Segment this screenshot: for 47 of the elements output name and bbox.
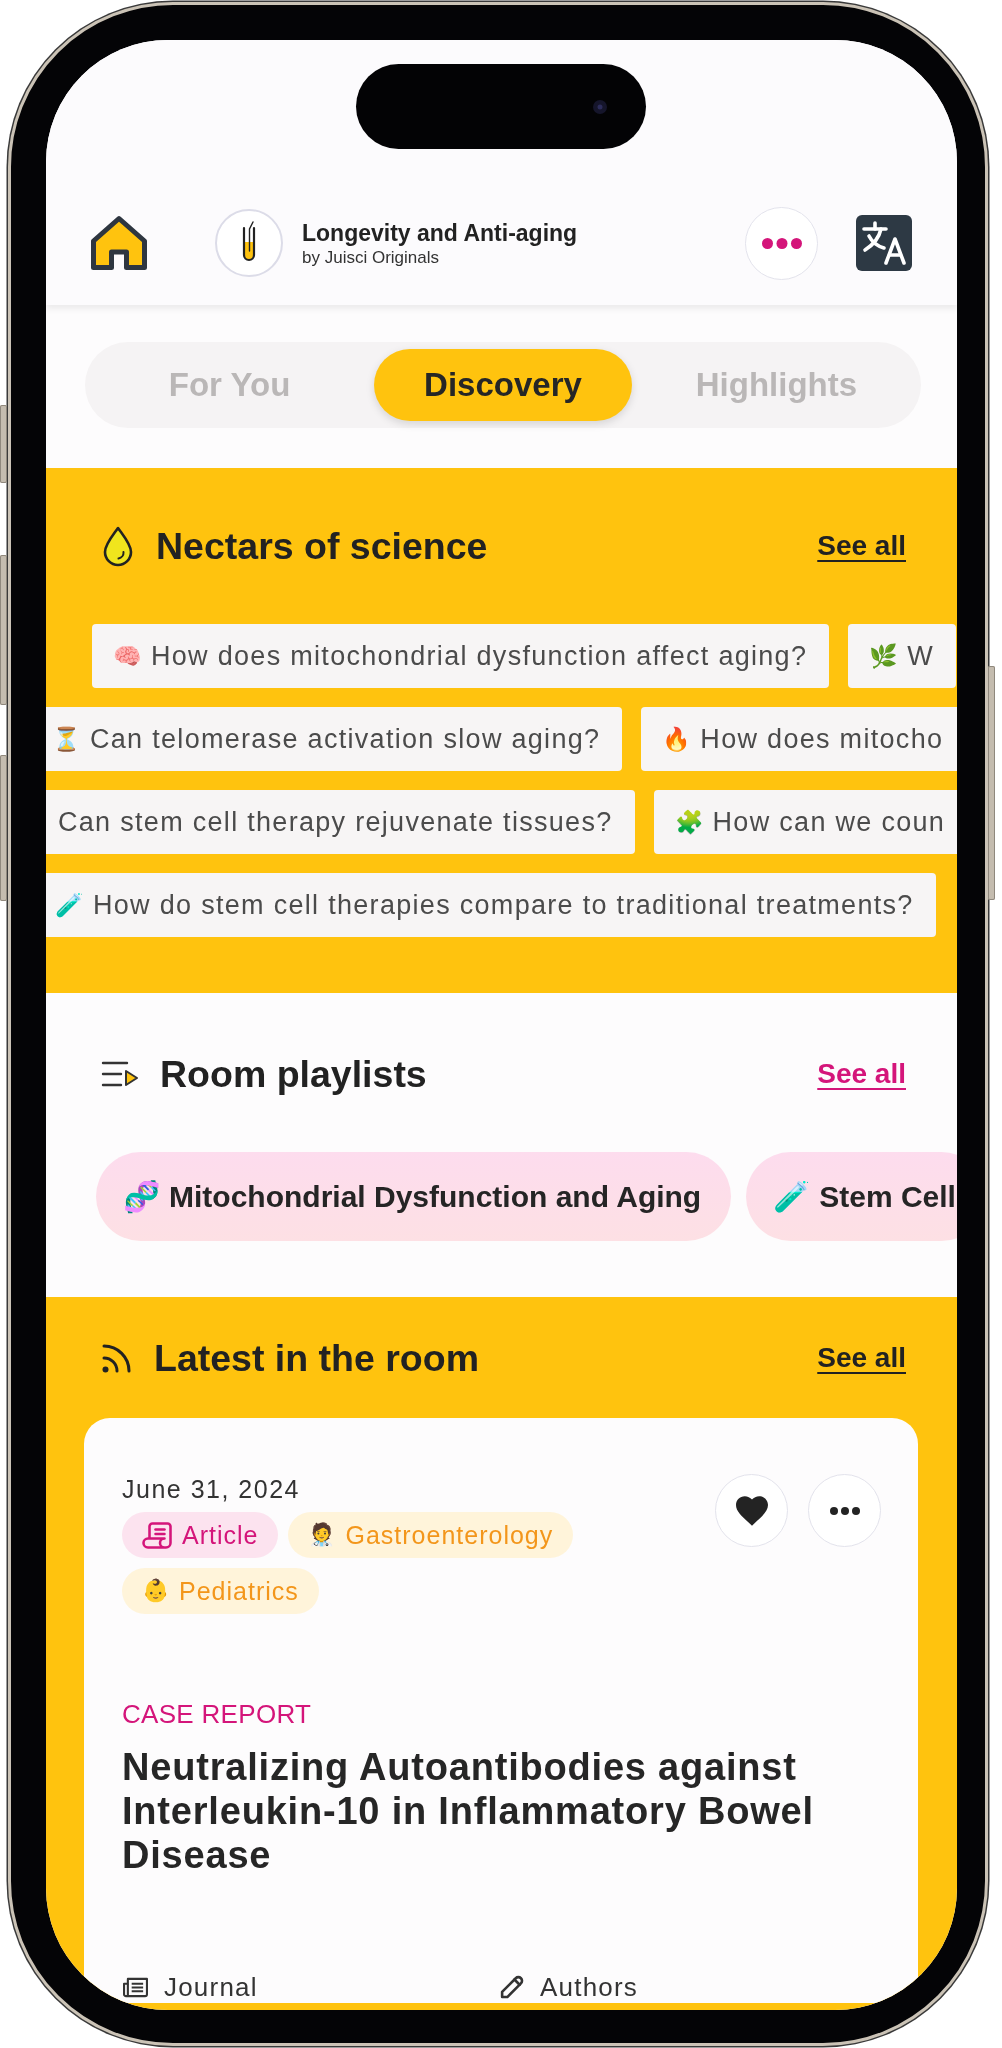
heart-icon: [735, 1495, 768, 1526]
emoji-icon: 🧪: [55, 893, 84, 917]
more-icon: [829, 1506, 860, 1515]
drop-icon: [101, 525, 135, 567]
emoji-icon: 🔥: [662, 727, 692, 751]
see-all-link[interactable]: See all: [817, 1058, 906, 1090]
emoji-icon: 🧩: [674, 810, 704, 834]
question-chip[interactable]: ⏳ Can telomerase activation slow aging?: [46, 707, 623, 771]
translate-icon[interactable]: [856, 215, 912, 271]
authors-label: Authors: [540, 1971, 638, 2003]
emoji-icon: 🌿: [869, 644, 899, 668]
playlist-chip[interactable]: 🧪 Stem Cell: [746, 1152, 957, 1241]
question-chip[interactable]: Can stem cell therapy rejuvenate tissues?: [46, 790, 635, 854]
home-icon[interactable]: [89, 214, 149, 272]
question-chip[interactable]: 🧪 How do stem cell therapies compare to traditional treatments?: [46, 873, 936, 937]
emoji-icon: 🧑‍⚕: [308, 1524, 336, 1546]
test-tube-icon: [215, 209, 283, 277]
room-subtitle: by Juisci Originals: [302, 246, 439, 268]
tab[interactable]: Discovery: [374, 349, 632, 421]
newspaper-icon: [122, 1976, 149, 1998]
emoji-icon: 🧬: [123, 1181, 160, 1212]
question-chip[interactable]: 🧩 How can we coun: [653, 790, 957, 854]
more-icon: [761, 237, 802, 249]
pencil-icon: [500, 1975, 525, 1999]
playlist-icon: [101, 1060, 139, 1088]
type-tag[interactable]: Article: [122, 1512, 279, 1558]
category-label: CASE REPORT: [122, 1698, 312, 1730]
section-title: Nectars of science: [156, 524, 488, 568]
rss-icon: [101, 1342, 133, 1374]
scroll-icon: [142, 1521, 172, 1549]
see-all-link[interactable]: See all: [817, 530, 906, 562]
question-chip[interactable]: 🔥 How does mitocho: [641, 707, 957, 771]
see-all-link[interactable]: See all: [817, 1342, 906, 1374]
date-text: June 31, 2024: [122, 1474, 300, 1504]
emoji-icon: 🧠: [113, 644, 142, 668]
question-chip[interactable]: 🧠 How does mitochondrial dysfunction affect aging?: [92, 624, 830, 688]
playlist-chip[interactable]: 🧬 Mitochondrial Dysfunction and Aging: [96, 1152, 732, 1241]
emoji-icon: 🧪: [773, 1181, 811, 1212]
journal-label: Journal: [164, 1971, 258, 2003]
section-title: Latest in the room: [154, 1336, 480, 1380]
camera-icon: [593, 99, 607, 114]
emoji-icon: 👶: [142, 1580, 169, 1602]
section-title: Room playlists: [160, 1052, 427, 1096]
room-title: Longevity and Anti-aging: [302, 218, 578, 247]
emoji-icon: ⏳: [52, 727, 81, 751]
question-chip[interactable]: 🌿 W: [848, 624, 957, 688]
article-title: Neutralizing Autoantibodies against Interleukin-10 in Inflammatory Bowel Disease: [122, 1745, 815, 1877]
